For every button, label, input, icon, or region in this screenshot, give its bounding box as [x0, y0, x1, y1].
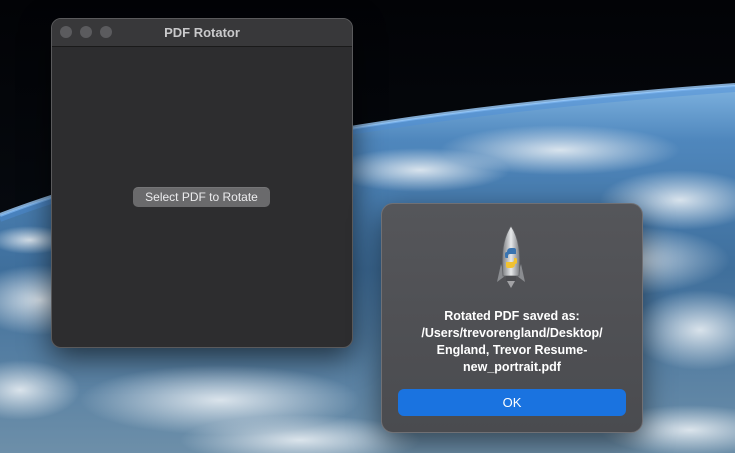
alert-dialog: Rotated PDF saved as: /Users/trevorengla…: [381, 203, 643, 433]
title-bar[interactable]: PDF Rotator: [52, 19, 352, 47]
alert-message-line: England, Trevor Resume-: [436, 343, 588, 357]
pdf-rotator-window: PDF Rotator Select PDF to Rotate: [51, 18, 353, 348]
select-pdf-button[interactable]: Select PDF to Rotate: [133, 187, 270, 207]
alert-message-line: /Users/trevorengland/Desktop/: [421, 326, 603, 340]
python-rocket-icon: [497, 225, 525, 288]
alert-message-line: new_portrait.pdf: [463, 360, 561, 374]
alert-message-line: Rotated PDF saved as:: [444, 309, 580, 323]
ok-button[interactable]: OK: [398, 389, 626, 416]
desktop: PDF Rotator Select PDF to Rotate Rotated…: [0, 0, 735, 453]
alert-message: Rotated PDF saved as: /Users/trevorengla…: [392, 308, 632, 376]
window-title: PDF Rotator: [164, 25, 240, 40]
